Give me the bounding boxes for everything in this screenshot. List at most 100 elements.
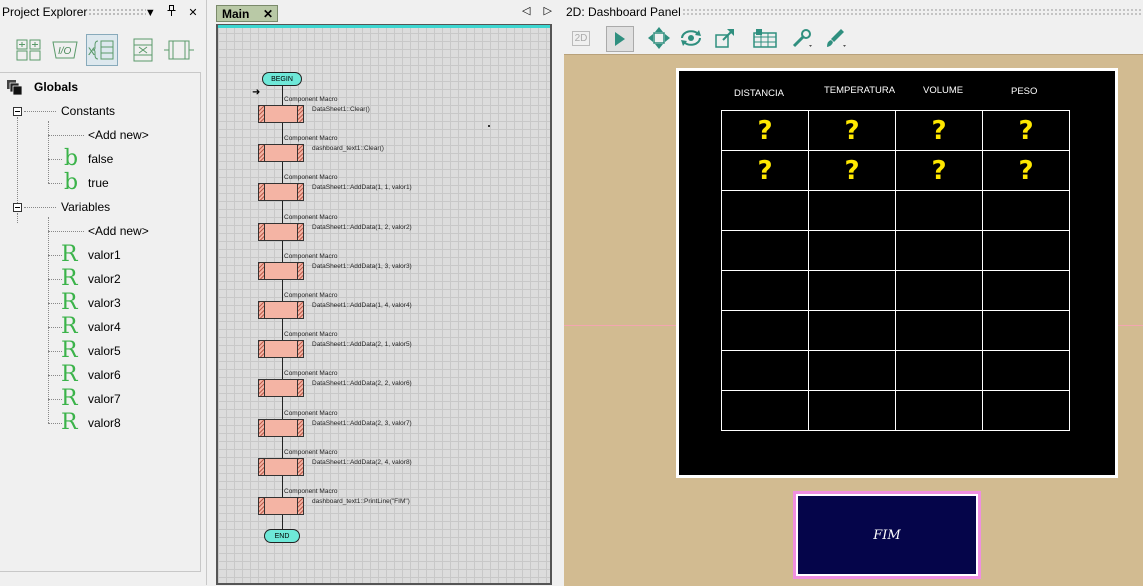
- table-cell[interactable]: [808, 230, 896, 271]
- tree-connector: [48, 183, 62, 184]
- tree-connector: [48, 303, 62, 304]
- io-ports-icon[interactable]: I/O: [50, 36, 80, 64]
- flowchart-begin[interactable]: BEGIN: [262, 72, 302, 86]
- table-cell[interactable]: [808, 310, 896, 351]
- scroll-right-icon[interactable]: ▷: [544, 5, 552, 17]
- variables-expander-icon[interactable]: [13, 203, 22, 212]
- components-view-icon[interactable]: [14, 36, 44, 64]
- table-cell[interactable]: ?: [982, 110, 1070, 151]
- boolean-type-icon: b: [64, 146, 79, 171]
- table-cell[interactable]: ?: [895, 150, 983, 191]
- table-cell[interactable]: ?: [895, 110, 983, 151]
- tree-connector: [17, 117, 18, 207]
- component-macro-block[interactable]: [258, 458, 304, 476]
- table-cell[interactable]: [721, 310, 809, 351]
- data-sheet-grid: ????????: [721, 110, 1070, 431]
- table-cell[interactable]: [982, 270, 1070, 311]
- table-cell[interactable]: [721, 350, 809, 391]
- table-row: ????: [721, 110, 1070, 151]
- scale-tool-icon[interactable]: [712, 26, 738, 50]
- column-header-peso: PESO: [1011, 86, 1038, 97]
- table-cell[interactable]: [721, 390, 809, 431]
- component-macro-block[interactable]: [258, 379, 304, 397]
- paint-brush-icon[interactable]: [824, 26, 850, 50]
- table-cell[interactable]: [895, 350, 983, 391]
- table-cell[interactable]: [895, 390, 983, 431]
- macros-view-icon[interactable]: [128, 36, 158, 64]
- component-macro-block[interactable]: [258, 340, 304, 358]
- table-cell[interactable]: [895, 190, 983, 231]
- data-sheet-panel[interactable]: DISTANCIA TEMPERATURA VOLUME PESO ??????…: [676, 68, 1118, 478]
- tree-node-globals[interactable]: Globals: [6, 77, 196, 97]
- globals-icon: [6, 79, 26, 103]
- component-macro-block[interactable]: [258, 105, 304, 123]
- table-cell[interactable]: [808, 390, 896, 431]
- tree-connector: [48, 231, 84, 232]
- tree-connector: [48, 279, 62, 280]
- table-cell[interactable]: [808, 270, 896, 311]
- variables-view-icon[interactable]: x: [86, 34, 118, 66]
- component-macro-block[interactable]: [258, 144, 304, 162]
- table-cell[interactable]: ?: [808, 110, 896, 151]
- tree-connector: [48, 399, 62, 400]
- project-explorer-titlebar: Project Explorer ▼ ✕: [0, 0, 206, 24]
- canvas-cursor-dot: [488, 125, 490, 127]
- text-display-content: FIM: [798, 496, 976, 574]
- dashboard-text-display[interactable]: FIM: [793, 491, 981, 579]
- table-cell[interactable]: [808, 350, 896, 391]
- tree-connector: [48, 121, 49, 183]
- flowchart-canvas[interactable]: BEGIN ➜ Component Macro DataSheet1::Clear…: [216, 24, 552, 585]
- component-macro-icon[interactable]: [164, 36, 194, 64]
- panel-properties-icon[interactable]: [752, 26, 778, 50]
- component-macro-block[interactable]: [258, 301, 304, 319]
- table-cell[interactable]: ?: [808, 150, 896, 191]
- table-cell[interactable]: [982, 190, 1070, 231]
- table-cell[interactable]: [721, 230, 809, 271]
- wrench-tool-icon[interactable]: [790, 26, 816, 50]
- component-macro-block[interactable]: [258, 262, 304, 280]
- tree-connector: [48, 351, 62, 352]
- table-cell[interactable]: ?: [721, 150, 809, 191]
- macro-caption: Component Macro: [284, 488, 338, 495]
- close-icon[interactable]: ✕: [184, 1, 202, 25]
- dropdown-icon[interactable]: ▼: [141, 1, 159, 25]
- table-cell[interactable]: [982, 350, 1070, 391]
- macro-call-text: DataSheet1::AddData(2, 1, valor5): [312, 341, 412, 348]
- macro-call-text: DataSheet1::Clear(): [312, 106, 370, 113]
- component-macro-block[interactable]: [258, 419, 304, 437]
- dashboard-canvas[interactable]: DISTANCIA TEMPERATURA VOLUME PESO ??????…: [564, 54, 1143, 586]
- project-explorer-title: Project Explorer: [2, 5, 88, 19]
- table-cell[interactable]: ?: [721, 110, 809, 151]
- table-cell[interactable]: [982, 230, 1070, 271]
- view-2d-button[interactable]: 2D: [568, 26, 594, 50]
- macro-call-text: dashboard_text1::Clear(): [312, 145, 384, 152]
- component-macro-block[interactable]: [258, 497, 304, 515]
- tab-close-icon[interactable]: ✕: [263, 6, 273, 23]
- move-tool-icon[interactable]: [646, 26, 672, 50]
- column-header-temperatura: TEMPERATURA: [824, 85, 896, 96]
- component-macro-block[interactable]: [258, 183, 304, 201]
- table-cell[interactable]: [721, 270, 809, 311]
- pointer-tool-icon[interactable]: [606, 26, 634, 52]
- table-cell[interactable]: [895, 230, 983, 271]
- tree-connector: [48, 327, 62, 328]
- table-cell[interactable]: [895, 270, 983, 311]
- pin-icon[interactable]: [163, 1, 181, 25]
- component-macro-block[interactable]: [258, 223, 304, 241]
- table-cell[interactable]: [982, 310, 1070, 351]
- tab-main[interactable]: Main ✕: [216, 5, 278, 22]
- drag-grip[interactable]: [682, 8, 1142, 16]
- table-cell[interactable]: [808, 190, 896, 231]
- macro-caption: Component Macro: [284, 96, 338, 103]
- table-cell[interactable]: ?: [982, 150, 1070, 191]
- table-cell[interactable]: [982, 390, 1070, 431]
- flowchart-end[interactable]: END: [264, 529, 300, 543]
- drag-grip[interactable]: [88, 8, 146, 16]
- tree-connector: [48, 375, 62, 376]
- table-cell[interactable]: [721, 190, 809, 231]
- table-cell[interactable]: [895, 310, 983, 351]
- constants-expander-icon[interactable]: [13, 107, 22, 116]
- table-row: [721, 230, 1070, 271]
- scroll-left-icon[interactable]: ◁: [522, 5, 530, 17]
- rotate-tool-icon[interactable]: [678, 26, 704, 50]
